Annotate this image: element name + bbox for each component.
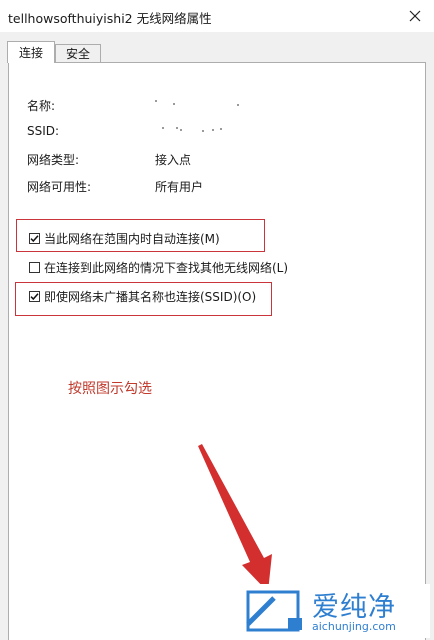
look-for-other-networks-label: 在连接到此网络的情况下查找其他无线网络(L) [44,260,289,275]
close-icon[interactable] [402,3,428,29]
watermark: 爱纯净 aichunjing.com [234,584,430,638]
name-label: 名称: [27,99,56,113]
ssid-value-redacted [162,127,232,133]
watermark-brand-name: 爱纯净 [312,592,396,623]
instruction-annotation: 按照图示勾选 [68,381,152,397]
window-title: tellhowsofthuiyishi2 无线网络属性 [8,11,212,26]
red-arrow-icon [198,444,272,592]
name-value-redacted [155,100,245,106]
highlight-box-hidden-network [15,282,272,316]
network-type-value: 接入点 [155,153,192,167]
network-type-label: 网络类型: [27,153,80,167]
checkbox-unchecked-icon [29,261,40,273]
highlight-box-auto-connect [16,219,265,252]
look-for-other-networks-checkbox[interactable]: 在连接到此网络的情况下查找其他无线网络(L) [29,259,288,275]
network-availability-label: 网络可用性: [27,180,92,194]
watermark-logo-icon [246,590,302,632]
tab-connection[interactable]: 连接 [7,41,55,63]
network-availability-value: 所有用户 [155,180,204,194]
watermark-site: aichunjing.com [312,620,396,633]
tab-security[interactable]: 安全 [55,44,101,63]
ssid-label: SSID: [27,124,60,138]
title-bar: tellhowsofthuiyishi2 无线网络属性 [0,0,434,32]
